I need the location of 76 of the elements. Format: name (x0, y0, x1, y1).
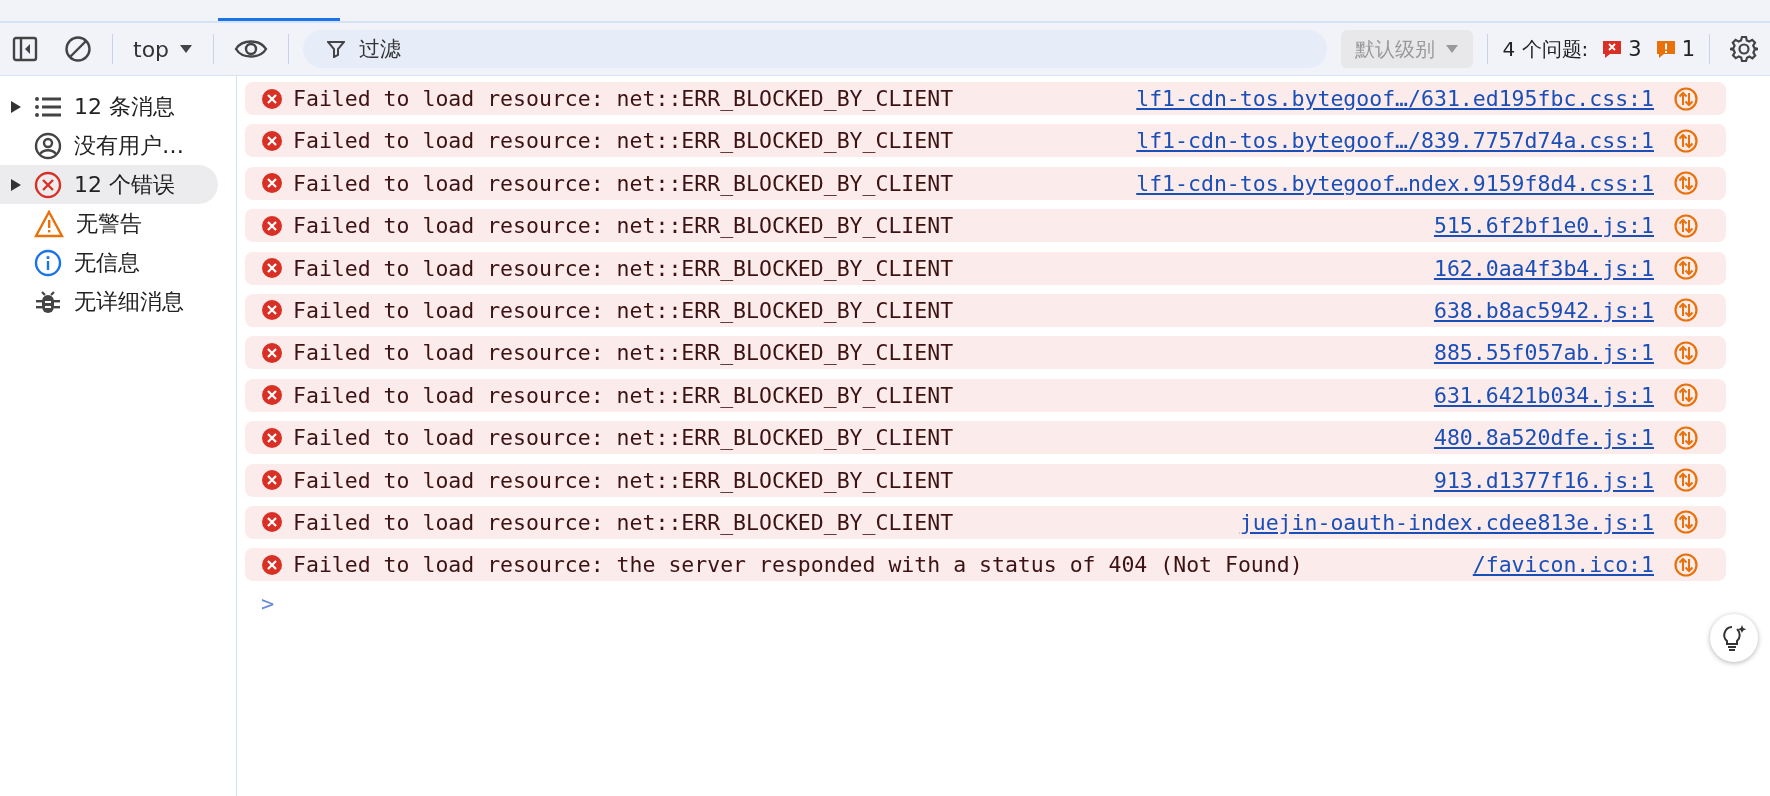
error-message: Failed to load resource: net::ERR_BLOCKED_BY_CLIENT (293, 128, 955, 154)
source-link[interactable]: lf1-cdn-tos.bytegoof…ndex.9159f8d4.css:1 (1136, 170, 1654, 196)
sidebar-item[interactable]: 无详细消息 (0, 282, 218, 321)
source-link[interactable]: 885.55f057ab.js:1 (1433, 340, 1654, 366)
error-badge-icon (1602, 40, 1623, 58)
network-request-icon[interactable] (1674, 468, 1698, 492)
error-icon (261, 553, 283, 576)
error-icon (261, 214, 283, 237)
info-icon (34, 248, 62, 277)
console-prompt[interactable]: > (261, 590, 275, 616)
sidebar-item[interactable]: 12 个错误 (0, 165, 218, 204)
error-icon (261, 469, 283, 491)
issue-count-button[interactable]: 1 (1655, 37, 1695, 61)
source-link[interactable]: 638.b8ac5942.js:1 (1433, 297, 1654, 323)
error-icon (261, 299, 283, 322)
network-request-icon[interactable] (1674, 256, 1698, 281)
user-icon (34, 131, 62, 160)
network-request-icon[interactable] (1674, 510, 1698, 535)
error-message: Failed to load resource: net::ERR_BLOCKED_BY_CLIENT (293, 213, 955, 239)
source-link[interactable]: juejin-oauth-index.cdee813e.js:1 (1239, 509, 1654, 535)
network-request-icon[interactable] (1674, 383, 1698, 408)
issue-count-button[interactable]: 3 (1602, 37, 1642, 61)
error-icon (261, 87, 283, 110)
warning-badge-icon (1655, 40, 1676, 58)
source-link[interactable]: 162.0aa4f3b4.js:1 (1433, 255, 1654, 281)
source-link[interactable]: lf1-cdn-tos.bytegoof…/839.7757d74a.css:1 (1136, 128, 1654, 154)
error-message: Failed to load resource: net::ERR_BLOCKED_BY_CLIENT (293, 425, 955, 451)
error-message: Failed to load resource: net::ERR_BLOCKED_BY_CLIENT (293, 509, 955, 535)
sidebar-item[interactable]: 无警告 (0, 204, 218, 243)
network-request-icon[interactable] (1674, 425, 1698, 450)
sidebar-item[interactable]: 12 条消息 (0, 87, 218, 126)
error-message: Failed to load resource: net::ERR_BLOCKED_BY_CLIENT (293, 340, 955, 366)
error-icon (261, 129, 283, 152)
error-icon (261, 341, 283, 364)
eye-icon[interactable] (234, 37, 269, 61)
network-request-icon[interactable] (1674, 213, 1698, 238)
expand-arrow-icon[interactable] (10, 99, 22, 114)
error-icon (261, 511, 283, 534)
error-message: Failed to load resource: net::ERR_BLOCKED_BY_CLIENT (293, 467, 955, 493)
error-message: Failed to load resource: net::ERR_BLOCKED_BY_CLIENT (293, 382, 955, 408)
network-request-icon[interactable] (1674, 552, 1698, 577)
source-link[interactable]: 631.6421b034.js:1 (1433, 382, 1654, 408)
source-link[interactable]: 480.8a520dfe.js:1 (1433, 425, 1654, 451)
network-request-icon[interactable] (1674, 128, 1698, 153)
source-link[interactable]: lf1-cdn-tos.bytegoof…/631.ed195fbc.css:1 (1136, 86, 1654, 111)
error-message: Failed to load resource: net::ERR_BLOCKED_BY_CLIENT (293, 297, 955, 323)
error-message: Failed to load resource: net::ERR_BLOCKED_BY_CLIENT (293, 170, 955, 196)
sidebar-toggle-icon[interactable] (12, 36, 38, 62)
error-message: Failed to load resource: net::ERR_BLOCKED_BY_CLIENT (293, 255, 955, 281)
caret-icon (1445, 44, 1460, 54)
expand-arrow-icon[interactable] (10, 177, 22, 192)
source-link[interactable]: 913.d1377f16.js:1 (1433, 467, 1654, 493)
caret-icon (179, 44, 194, 54)
warning-icon (34, 209, 64, 238)
error-icon (261, 172, 283, 195)
clear-console-icon[interactable] (64, 35, 92, 63)
filter-field[interactable]: 过滤 (303, 30, 1328, 68)
network-request-icon[interactable] (1674, 86, 1698, 111)
issues-label: 4 个问题: (1502, 35, 1589, 63)
error-icon (261, 426, 283, 449)
error-icon (34, 170, 62, 199)
settings-icon[interactable] (1730, 35, 1758, 63)
error-message: Failed to load resource: the server responded with a status of 404 (Not Found) (293, 552, 1304, 578)
context-dropdown[interactable]: top (127, 36, 200, 62)
source-link[interactable]: /favicon.ico:1 (1472, 552, 1654, 578)
sidebar-item[interactable]: 无信息 (0, 243, 218, 282)
source-link[interactable]: 515.6f2bf1e0.js:1 (1433, 213, 1654, 239)
error-icon (261, 257, 283, 280)
network-request-icon[interactable] (1674, 340, 1698, 365)
sidebar-item[interactable]: 没有用户… (0, 126, 218, 165)
network-request-icon[interactable] (1674, 171, 1698, 196)
error-icon (261, 384, 283, 407)
filter-icon (327, 40, 346, 58)
ai-assist-button[interactable] (1710, 614, 1758, 662)
error-message: Failed to load resource: net::ERR_BLOCKED_BY_CLIENT (293, 86, 955, 111)
network-request-icon[interactable] (1674, 298, 1698, 323)
